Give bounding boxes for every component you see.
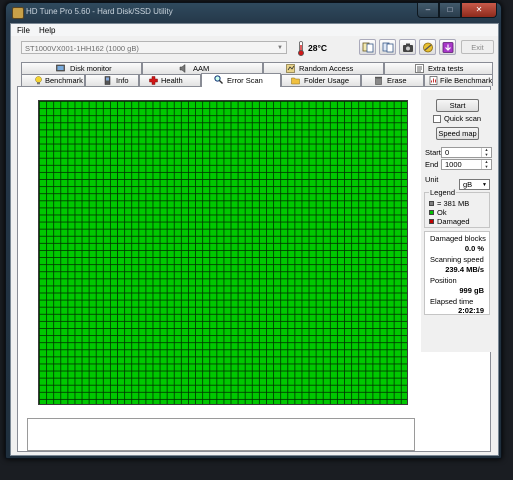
lightbulb-icon <box>35 76 42 85</box>
legend-damaged-swatch <box>429 219 434 224</box>
screenshot-camera-icon <box>403 43 413 52</box>
chevron-down-icon: ▼ <box>482 182 487 188</box>
menu-file[interactable]: File <box>17 26 30 35</box>
drive-select-value: ST1000VX001-1HH162 (1000 gB) <box>25 44 139 53</box>
legend-title: Legend <box>429 188 457 197</box>
health-cross-icon <box>149 76 158 85</box>
info-icon <box>104 76 111 85</box>
client-area: File Help ST1000VX001-1HH162 (1000 gB) ▼… <box>10 23 499 456</box>
tab-file-benchmark[interactable]: File Benchmark <box>424 74 493 86</box>
title-bar[interactable]: HD Tune Pro 5.60 - Hard Disk/SSD Utility… <box>6 3 501 23</box>
damaged-blocks-label: Damaged blocks <box>430 234 486 243</box>
screenshot-button[interactable] <box>399 39 416 55</box>
legend-block-size: = 381 MB <box>437 199 470 208</box>
elapsed-time-label: Elapsed time <box>430 297 474 306</box>
exit-button[interactable]: Exit <box>461 40 494 54</box>
start-field-label: Start <box>425 148 441 157</box>
copy-text-button[interactable] <box>359 39 376 55</box>
tab-random-access[interactable]: Random Access <box>263 62 384 74</box>
tab-health[interactable]: Health <box>139 74 201 86</box>
start-spinner[interactable]: ▲ ▼ <box>481 147 491 157</box>
save-button[interactable] <box>439 39 456 55</box>
copy-info-icon <box>382 42 394 53</box>
tab-folder-usage[interactable]: Folder Usage <box>281 74 361 86</box>
position-label: Position <box>430 276 457 285</box>
start-field[interactable]: 0 ▲ ▼ <box>441 147 492 158</box>
thermometer-icon <box>298 41 304 56</box>
menu-help[interactable]: Help <box>39 26 55 35</box>
tab-disk-monitor[interactable]: Disk monitor <box>21 62 142 74</box>
end-spinner[interactable]: ▲ ▼ <box>481 159 491 169</box>
position-value: 999 gB <box>459 286 484 295</box>
tab-benchmark[interactable]: Benchmark <box>21 74 85 86</box>
tab-info[interactable]: Info <box>85 74 139 86</box>
window-title: HD Tune Pro 5.60 - Hard Disk/SSD Utility <box>26 7 173 16</box>
error-scan-block-map <box>38 100 408 405</box>
speaker-icon <box>179 64 186 73</box>
temperature-value: 28°C <box>308 43 327 53</box>
quick-scan-checkbox[interactable] <box>433 115 441 123</box>
legend-block-swatch <box>429 201 434 206</box>
tab-error-scan-label: Error Scan <box>227 76 263 85</box>
scanning-speed-label: Scanning speed <box>430 255 484 264</box>
legend-ok: Ok <box>437 208 447 217</box>
folder-icon <box>291 77 300 85</box>
disk-monitor-icon <box>56 64 65 72</box>
start-button[interactable]: Start <box>436 99 479 112</box>
elapsed-time-value: 2:02:19 <box>458 306 484 315</box>
scanning-speed-value: 239.4 MB/s <box>445 265 484 274</box>
end-field-value: 1000 <box>445 160 462 169</box>
toolbar: ST1000VX001-1HH162 (1000 gB) ▼ 28°C Exit <box>11 37 498 59</box>
copy-text-icon <box>362 42 374 53</box>
legend-damaged: Damaged <box>437 217 470 226</box>
unit-select[interactable]: gB ▼ <box>459 179 490 190</box>
start-field-value: 0 <box>445 148 450 157</box>
legend-ok-swatch <box>429 210 434 215</box>
copy-info-button[interactable] <box>379 39 396 55</box>
app-window: HD Tune Pro 5.60 - Hard Disk/SSD Utility… <box>5 2 502 459</box>
quick-scan-label: Quick scan <box>444 114 482 123</box>
legend-box: Legend = 381 MB Ok Damaged <box>424 188 490 228</box>
stats-box: Damaged blocks 0.0 % Scanning speed 239.… <box>424 231 490 315</box>
magnifier-icon <box>214 75 223 84</box>
options-icon <box>423 42 433 53</box>
end-field-label: End <box>425 160 439 169</box>
speed-map-button[interactable]: Speed map <box>436 127 479 140</box>
save-icon <box>442 42 454 53</box>
app-icon <box>12 7 24 19</box>
menu-bar: File Help <box>11 24 498 36</box>
damaged-blocks-value: 0.0 % <box>464 244 484 253</box>
unit-select-value: gB <box>463 180 473 189</box>
close-button[interactable]: ✕ <box>461 3 497 18</box>
file-benchmark-icon <box>429 76 438 85</box>
end-field[interactable]: 1000 ▲ ▼ <box>441 159 492 170</box>
tab-extra-tests[interactable]: Extra tests <box>384 62 493 74</box>
chevron-down-icon: ▼ <box>277 45 283 51</box>
random-access-icon <box>286 64 295 73</box>
tab-error-scan[interactable]: Error Scan <box>201 73 281 87</box>
unit-label: Unit <box>425 175 439 184</box>
minimize-button[interactable]: – <box>417 3 439 18</box>
tab-erase[interactable]: Erase <box>361 74 424 86</box>
scan-log-area[interactable] <box>27 418 415 451</box>
drive-select[interactable]: ST1000VX001-1HH162 (1000 gB) ▼ <box>21 41 287 54</box>
extra-tests-icon <box>415 64 424 73</box>
maximize-button[interactable]: □ <box>439 3 461 18</box>
options-button[interactable] <box>419 39 436 55</box>
trash-icon <box>375 76 382 85</box>
